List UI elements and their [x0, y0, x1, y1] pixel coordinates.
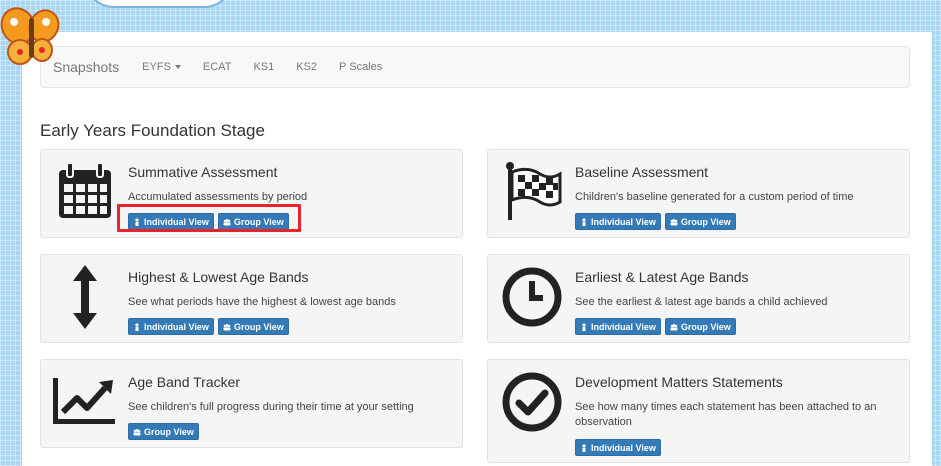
user-icon	[582, 217, 586, 226]
nav-item-ks2[interactable]: KS2	[285, 61, 328, 73]
highest-lowest-age-bands-card: Highest & Lowest Age Bands See what peri…	[40, 254, 463, 343]
users-icon	[133, 428, 141, 435]
individual-view-button[interactable]: Individual View	[128, 318, 214, 335]
nav-item-ks1[interactable]: KS1	[242, 61, 285, 73]
main-panel: Snapshots EYFS ECAT KS1 KS2 P Scales Ear…	[22, 32, 932, 466]
card-title: Age Band Tracker	[128, 374, 241, 390]
nav-item-ecat[interactable]: ECAT	[192, 61, 243, 73]
age-band-tracker-card: Age Band Tracker See children's full pro…	[40, 359, 463, 448]
check-circle-icon	[502, 372, 562, 432]
nav-item-eyfs[interactable]: EYFS	[131, 61, 192, 73]
card-description: See the earliest & latest age bands a ch…	[575, 296, 828, 308]
clock-icon	[502, 267, 562, 327]
flag-checkered-icon	[506, 162, 562, 220]
highlight-box	[117, 204, 301, 232]
card-title: Earliest & Latest Age Bands	[575, 269, 749, 285]
user-icon	[582, 322, 586, 331]
card-description: See what periods have the highest & lowe…	[128, 296, 396, 308]
card-title: Summative Assessment	[128, 164, 278, 180]
group-view-button[interactable]: Group View	[128, 423, 199, 440]
page-title: Early Years Foundation Stage	[40, 121, 265, 140]
navbar: Snapshots EYFS ECAT KS1 KS2 P Scales	[40, 46, 910, 88]
calendar-icon	[59, 162, 111, 218]
development-matters-statements-card: Development Matters Statements See how m…	[487, 359, 910, 463]
earliest-latest-age-bands-card: Earliest & Latest Age Bands See the earl…	[487, 254, 910, 343]
users-icon	[670, 323, 678, 330]
user-icon	[135, 322, 139, 331]
group-view-button[interactable]: Group View	[664, 213, 736, 230]
card-description: Children's baseline generated for a cust…	[575, 191, 854, 203]
users-icon	[670, 218, 678, 225]
group-view-button[interactable]: Group View	[217, 318, 289, 335]
card-title: Baseline Assessment	[575, 164, 709, 180]
vertical-arrows-icon	[73, 265, 97, 329]
nav-item-p-scales[interactable]: P Scales	[328, 61, 393, 73]
baseline-assessment-card: Baseline Assessment Children's baseline …	[487, 149, 910, 238]
card-description: Accumulated assessments by period	[128, 191, 308, 203]
group-view-button[interactable]: Group View	[664, 318, 736, 335]
individual-view-button[interactable]: Individual View	[575, 318, 661, 335]
card-title: Highest & Lowest Age Bands	[128, 269, 309, 285]
line-chart-icon	[53, 378, 115, 424]
individual-view-button[interactable]: Individual View	[575, 213, 661, 230]
caret-down-icon	[174, 65, 181, 69]
card-description: See children's full progress during thei…	[128, 401, 414, 413]
card-title: Development Matters Statements	[575, 374, 783, 390]
butterfly-logo-icon	[0, 7, 60, 65]
cloud-decoration	[84, 0, 234, 8]
user-icon	[582, 443, 586, 452]
individual-view-button[interactable]: Individual View	[575, 439, 661, 456]
card-description: See how many times each statement has be…	[575, 401, 877, 428]
users-icon	[223, 323, 231, 330]
